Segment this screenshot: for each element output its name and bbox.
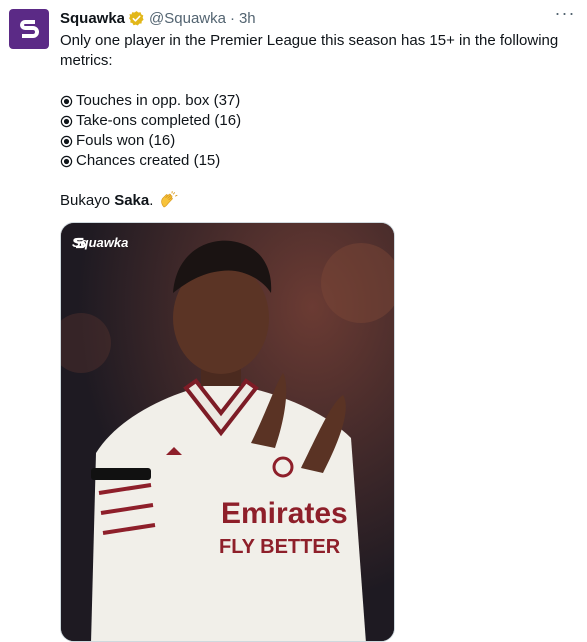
list-item: Take-ons completed (16) [60, 111, 572, 131]
avatar[interactable] [9, 9, 49, 49]
svg-text:Emirates: Emirates [221, 497, 348, 530]
list-item-text: Take-ons completed (16) [76, 112, 242, 129]
signoff-line: Bukayo Saka . [60, 191, 572, 211]
timestamp[interactable]: 3h [239, 10, 256, 27]
list-item-text: Fouls won (16) [76, 132, 176, 149]
display-name[interactable]: Squawka [60, 10, 125, 27]
tweet-header: Squawka @Squawka · 3h [60, 7, 573, 29]
list-item-text: Touches in opp. box (37) [76, 92, 241, 109]
more-options-button[interactable]: ··· [553, 3, 577, 25]
tweet: Squawka @Squawka · 3h ··· Only one playe… [0, 0, 587, 642]
list-item: Chances created (15) [60, 151, 572, 171]
signoff-text: Bukayo [60, 192, 115, 209]
handle[interactable]: @Squawka [149, 10, 226, 27]
tweet-image[interactable]: Emirates FLY BETTER Squawka [60, 222, 395, 642]
verified-badge-icon [129, 10, 144, 26]
clapping-hands-icon [161, 191, 178, 208]
signoff-period: . [149, 192, 154, 209]
squawka-logo-icon [20, 20, 39, 38]
tweet-text: Only one player in the Premier League th… [60, 31, 572, 211]
radio-button-icon [60, 95, 73, 107]
separator-dot: · [229, 9, 235, 27]
player-name: Saka [114, 192, 150, 209]
radio-button-icon [60, 155, 73, 167]
radio-button-icon [60, 135, 73, 147]
squawka-logo-icon [74, 237, 86, 249]
bullet-list: Touches in opp. box (37) Take-ons comple… [60, 91, 572, 171]
list-item: Touches in opp. box (37) [60, 91, 572, 111]
tweet-text-line: metrics: [60, 52, 113, 69]
svg-text:FLY BETTER: FLY BETTER [219, 536, 341, 558]
radio-button-icon [60, 115, 73, 127]
player-photo: Emirates FLY BETTER [61, 223, 394, 641]
list-item-text: Chances created (15) [76, 152, 221, 169]
tweet-text-line: Only one player in the Premier League th… [60, 32, 559, 49]
media-watermark: Squawka [72, 235, 128, 250]
list-item: Fouls won (16) [60, 131, 572, 151]
